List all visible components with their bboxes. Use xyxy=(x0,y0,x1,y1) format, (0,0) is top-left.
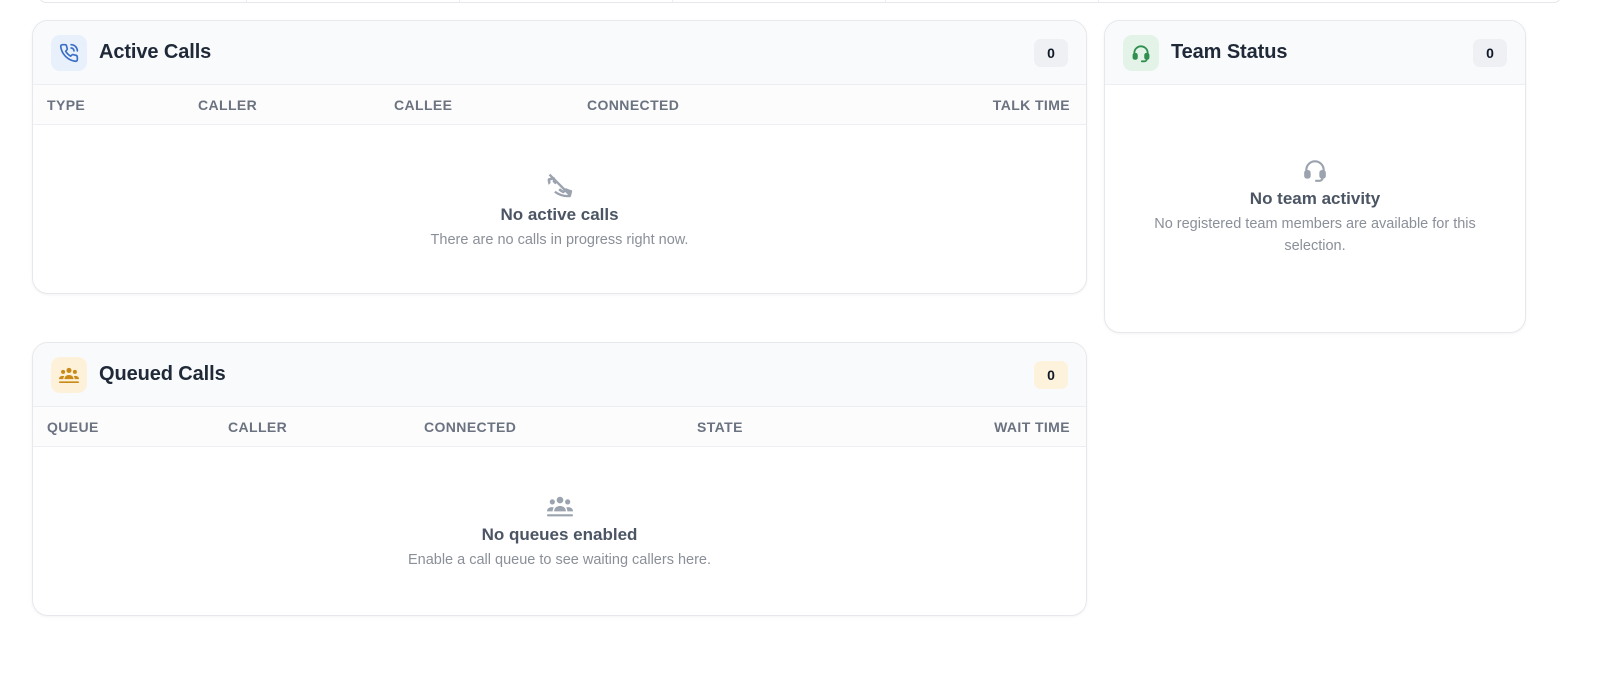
team-status-title: Team Status xyxy=(1171,41,1288,63)
team-status-card: Team Status 0 No team activity No regist… xyxy=(1104,20,1526,333)
headset-icon xyxy=(1123,34,1159,71)
divider xyxy=(1098,0,1099,2)
column-header-connected[interactable]: CONNECTED xyxy=(587,85,679,125)
empty-state-title: No queues enabled xyxy=(481,525,638,544)
headset-icon xyxy=(1304,160,1326,182)
queued-calls-title: Queued Calls xyxy=(99,363,226,385)
queued-calls-count-badge: 0 xyxy=(1034,360,1068,389)
empty-state-title: No team activity xyxy=(1249,189,1381,208)
queued-calls-empty-state: No queues enabled Enable a call queue to… xyxy=(33,493,1086,571)
active-calls-title: Active Calls xyxy=(99,41,212,63)
active-calls-count-badge: 0 xyxy=(1034,38,1068,67)
queued-calls-header: Queued Calls 0 xyxy=(33,343,1086,407)
active-calls-empty-state: No active calls There are no calls in pr… xyxy=(33,171,1086,251)
team-status-empty-state: No team activity No registered team memb… xyxy=(1105,157,1525,257)
column-header-wait-time[interactable]: WAIT TIME xyxy=(994,407,1070,447)
divider xyxy=(885,0,886,2)
column-header-callee[interactable]: CALLEE xyxy=(394,85,452,125)
divider xyxy=(672,0,673,2)
column-header-caller[interactable]: CALLER xyxy=(198,85,257,125)
queued-calls-card: Queued Calls 0 QUEUE CALLER CONNECTED ST… xyxy=(32,342,1087,616)
column-header-caller[interactable]: CALLER xyxy=(228,407,287,447)
empty-state-description: There are no calls in progress right now… xyxy=(430,232,689,248)
top-summary-card xyxy=(38,0,1562,3)
users-group-icon xyxy=(51,356,87,393)
active-calls-card: Active Calls 0 TYPE CALLER CALLEE CONNEC… xyxy=(32,20,1087,294)
phone-ringing-icon xyxy=(51,34,87,71)
team-status-header: Team Status 0 xyxy=(1105,21,1525,85)
active-calls-header: Active Calls 0 xyxy=(33,21,1086,85)
active-calls-table-header: TYPE CALLER CALLEE CONNECTED TALK TIME xyxy=(33,85,1086,125)
column-header-type[interactable]: TYPE xyxy=(47,85,85,125)
empty-state-description: No registered team members are available… xyxy=(1154,216,1476,254)
column-header-state[interactable]: STATE xyxy=(697,407,743,447)
column-header-connected[interactable]: CONNECTED xyxy=(424,407,516,447)
queued-calls-table-header: QUEUE CALLER CONNECTED STATE WAIT TIME xyxy=(33,407,1086,447)
empty-state-title: No active calls xyxy=(500,205,619,224)
team-status-count-badge: 0 xyxy=(1473,38,1507,67)
empty-state-description: Enable a call queue to see waiting calle… xyxy=(407,552,712,568)
users-group-icon xyxy=(546,496,573,517)
column-header-queue[interactable]: QUEUE xyxy=(47,407,99,447)
divider xyxy=(246,0,247,2)
divider xyxy=(459,0,460,2)
column-header-talk-time[interactable]: TALK TIME xyxy=(993,85,1070,125)
phone-off-icon xyxy=(547,173,572,198)
